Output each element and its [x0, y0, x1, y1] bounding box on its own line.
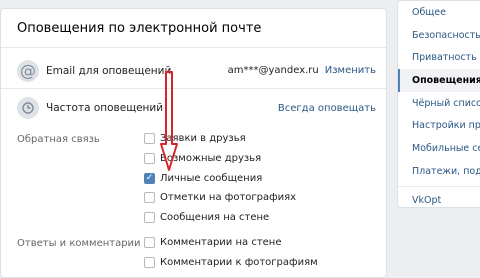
email-label: Email для оповещений: [46, 64, 172, 77]
frequency-label: Частота оповещений: [46, 102, 164, 114]
option-wall-posts[interactable]: Сообщения на стене: [144, 208, 296, 228]
option-wall-comments[interactable]: Комментарии на стене: [144, 233, 318, 253]
replies-options: Комментарии на стене Комментарии к фотог…: [144, 233, 318, 272]
checkbox[interactable]: [144, 237, 155, 249]
sidebar-item-vkopt[interactable]: VkOpt: [398, 190, 480, 208]
sidebar-item-notifications[interactable]: Оповещения: [398, 69, 480, 92]
option-photo-tags[interactable]: Отметки на фотографиях: [144, 188, 296, 208]
sidebar-divider: [398, 185, 480, 187]
checkbox[interactable]: [144, 212, 155, 224]
sidebar-item-privacy[interactable]: Приватность: [398, 46, 480, 69]
email-row: @ Email для оповещений am***@yandex.ru И…: [1, 53, 386, 89]
sidebar-item-general[interactable]: Общее: [398, 1, 480, 24]
option-friend-requests[interactable]: Заявки в друзья: [144, 129, 296, 149]
frequency-row: Частота оповещений Всегда оповещать: [1, 90, 386, 126]
checkbox[interactable]: [144, 257, 155, 269]
sidebar-item-mobile-services[interactable]: Мобильные сервисы: [398, 137, 480, 160]
sidebar-item-security[interactable]: Безопасность: [398, 24, 480, 47]
email-notifications-panel: Оповещения по электронной почте @ Email …: [0, 8, 387, 278]
settings-sidebar: Общее Безопасность Приватность Оповещени…: [397, 0, 480, 208]
frequency-right: Всегда оповещать: [278, 103, 376, 114]
email-value: am***@yandex.ru: [227, 65, 319, 76]
sidebar-item-blacklist[interactable]: Чёрный список: [398, 92, 480, 115]
clock-icon: [17, 97, 39, 119]
checkbox[interactable]: [144, 153, 155, 165]
panel-title: Оповещения по электронной почте: [1, 9, 386, 48]
frequency-dropdown[interactable]: Всегда оповещать: [278, 103, 376, 114]
option-photo-comments[interactable]: Комментарии к фотографиям: [144, 253, 318, 273]
sidebar-item-payments[interactable]: Платежи, подписки: [398, 160, 480, 183]
at-sign-icon: @: [17, 59, 39, 82]
checkbox[interactable]: [144, 133, 155, 145]
checkbox-checked[interactable]: ✓: [144, 172, 155, 184]
section-label-feedback: Обратная связь: [17, 134, 100, 145]
option-private-messages[interactable]: ✓ Личные сообщения: [144, 168, 296, 188]
checkbox[interactable]: [144, 192, 155, 204]
change-email-link[interactable]: Изменить: [325, 65, 376, 76]
section-label-replies: Ответы и комментарии: [17, 238, 141, 249]
sidebar-item-app-settings[interactable]: Настройки приложений: [398, 114, 480, 137]
email-right: am***@yandex.ru Изменить: [228, 65, 376, 76]
option-possible-friends[interactable]: Возможные друзья: [144, 149, 296, 169]
feedback-options: Заявки в друзья Возможные друзья ✓ Личны…: [144, 129, 296, 227]
